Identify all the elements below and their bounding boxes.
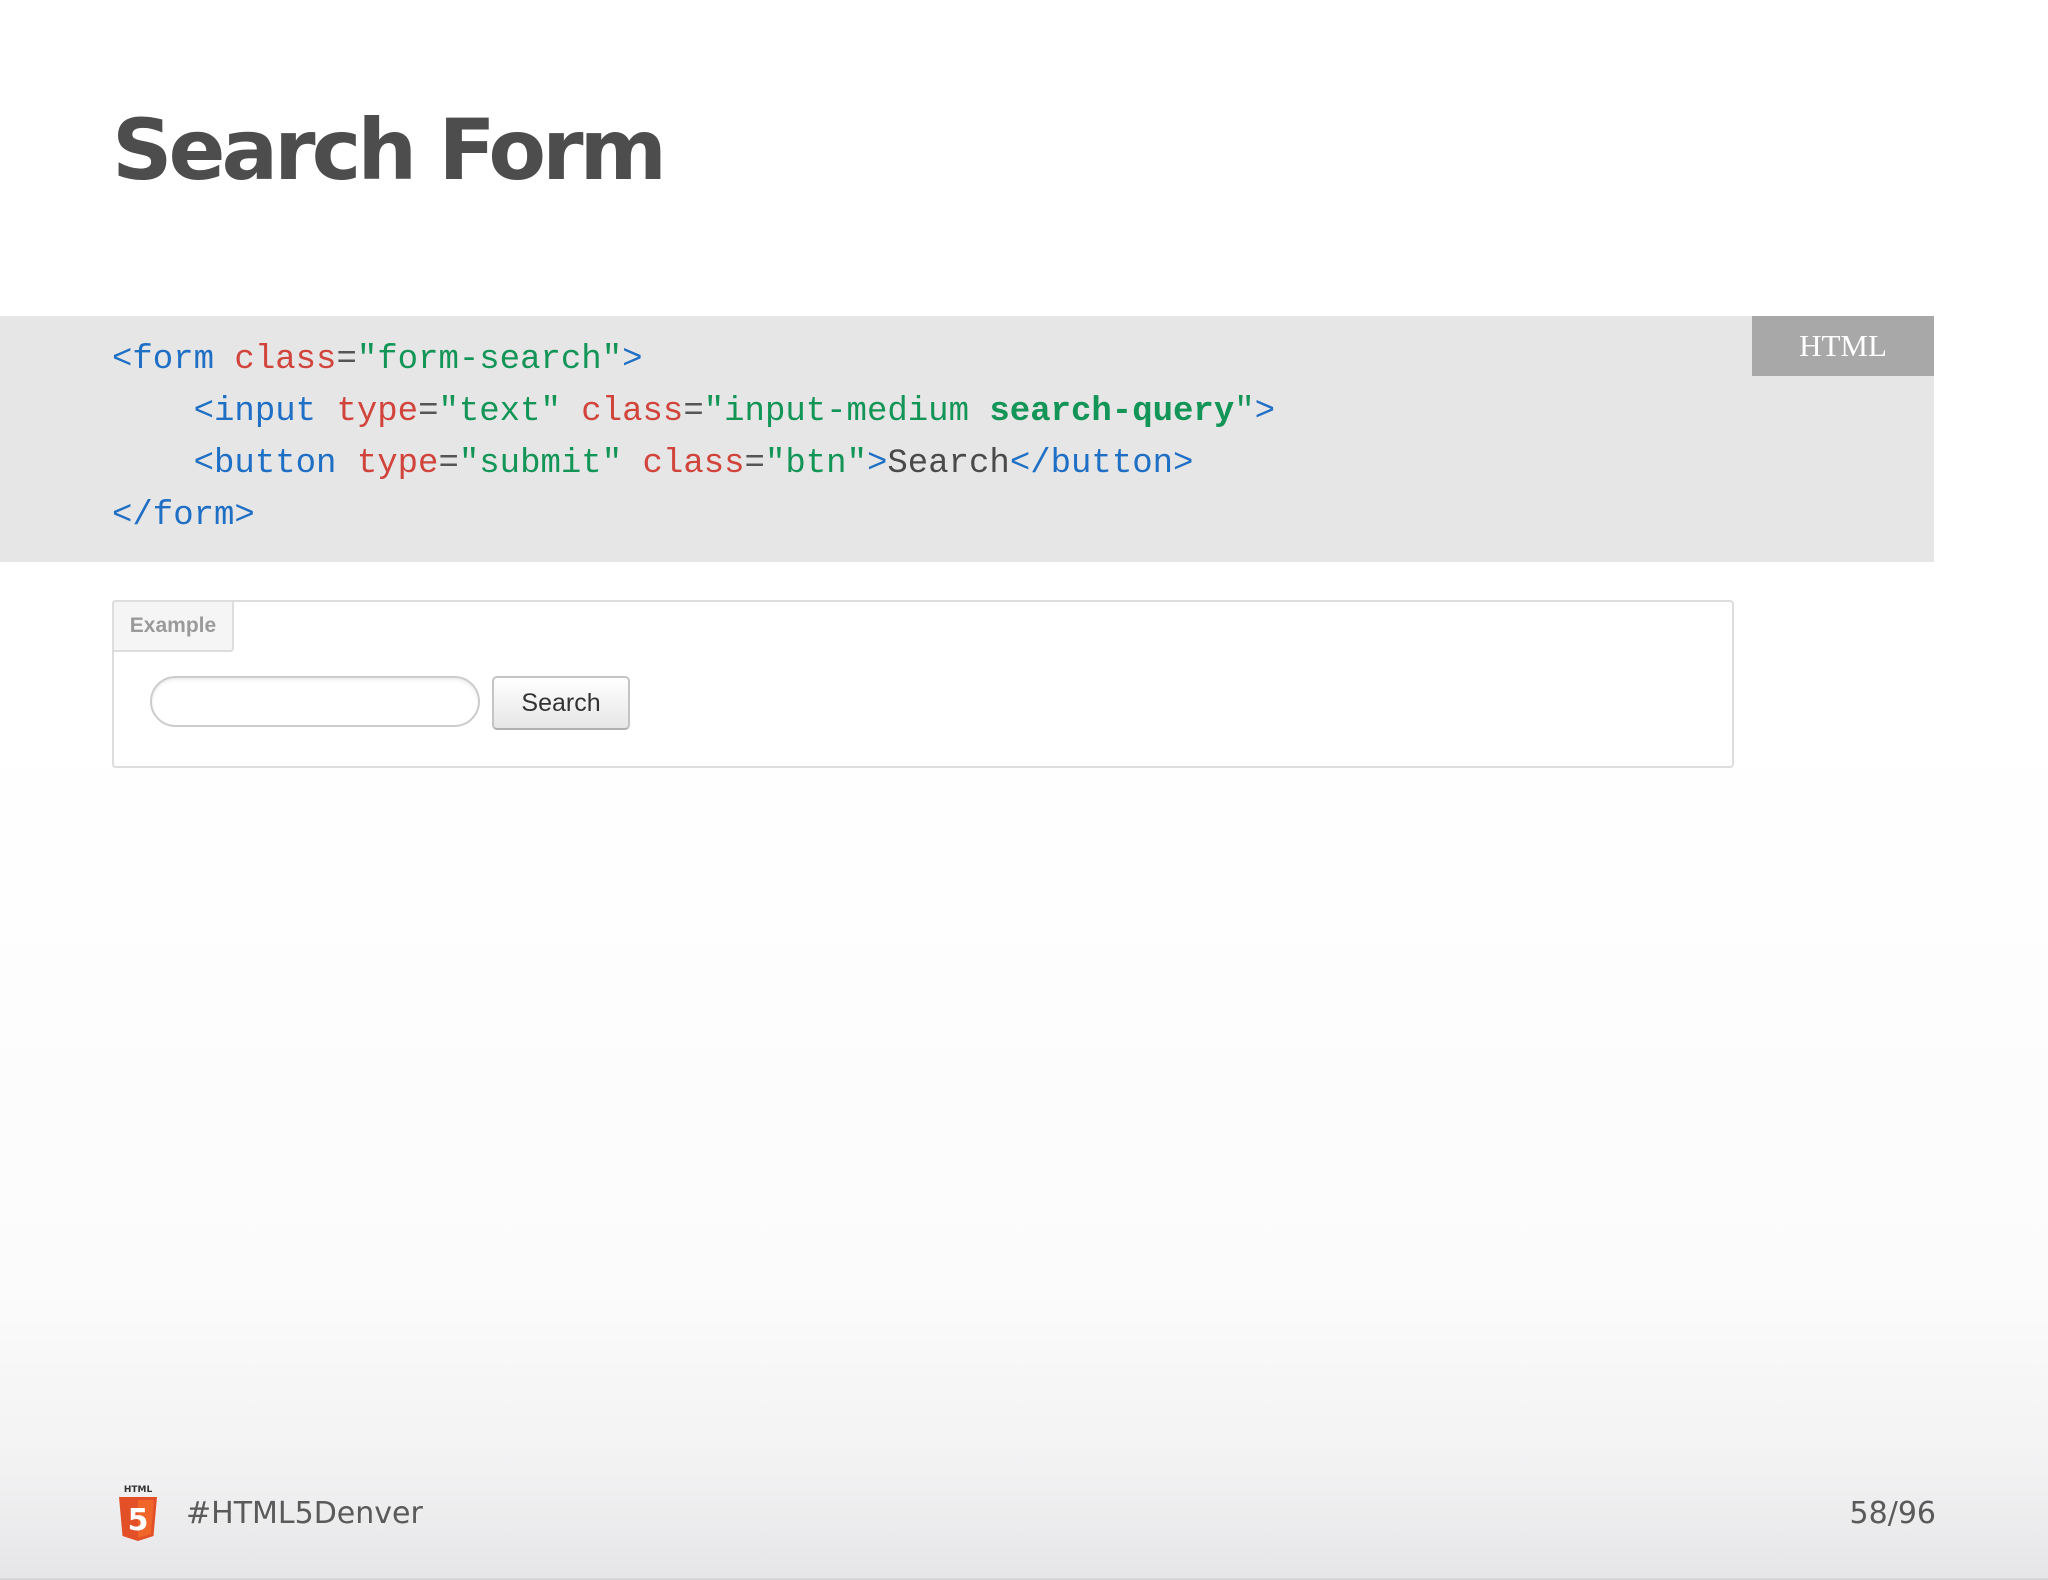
code-string: " — [1234, 393, 1255, 431]
html5-logo-numeral: 5 — [128, 1503, 149, 1538]
code-string-bold: search-query — [989, 393, 1235, 431]
code-tag: <form — [112, 341, 235, 379]
code-language-badge: HTML — [1752, 316, 1934, 376]
html5-logo-text: HTML — [124, 1485, 153, 1495]
slide: Search Form HTML <form class="form-searc… — [0, 0, 2048, 1580]
example-panel: Example Search — [112, 600, 1734, 768]
slide-page-number: 58/96 — [1849, 1496, 1936, 1531]
code-tag: > — [866, 445, 888, 483]
code-string: "text" — [438, 393, 582, 431]
code-attribute: class — [642, 445, 745, 483]
code-tag: > — [1254, 393, 1276, 431]
example-label: Example — [112, 600, 234, 652]
code-attribute: class — [234, 341, 337, 379]
code-string: "btn" — [764, 445, 867, 483]
search-button[interactable]: Search — [492, 676, 630, 730]
code-tag: <input — [112, 393, 337, 431]
code-line: <form class="form-search"> — [112, 334, 1275, 386]
code-line: <button type="submit" class="btn">Search… — [112, 438, 1275, 490]
code-line: <input type="text" class="input-medium s… — [112, 386, 1275, 438]
code-tag: </form> — [112, 497, 255, 535]
code-string: "form-search" — [356, 341, 623, 379]
code-equals: = — [336, 341, 357, 379]
code-equals: = — [438, 445, 459, 483]
code-equals: = — [744, 445, 765, 483]
code-listing: <form class="form-search"> <input type="… — [112, 334, 1275, 542]
code-line: </form> — [112, 490, 1275, 542]
code-attribute: type — [336, 393, 419, 431]
search-input[interactable] — [150, 676, 480, 727]
code-tag: > — [622, 341, 643, 379]
code-block: HTML <form class="form-search"> <input t… — [0, 316, 1934, 562]
code-equals: = — [683, 393, 704, 431]
code-attribute: class — [581, 393, 684, 431]
code-equals: = — [418, 393, 439, 431]
code-string: "submit" — [458, 445, 643, 483]
slide-title: Search Form — [112, 101, 667, 199]
code-attribute: type — [356, 445, 439, 483]
footer-hashtag: #HTML5Denver — [186, 1496, 423, 1531]
code-tag: </button> — [1009, 445, 1194, 483]
code-text: Search — [887, 445, 1010, 483]
code-string: "input-medium — [703, 393, 990, 431]
html5-logo-icon: HTML 5 — [119, 1485, 157, 1541]
code-tag: <button — [112, 445, 357, 483]
